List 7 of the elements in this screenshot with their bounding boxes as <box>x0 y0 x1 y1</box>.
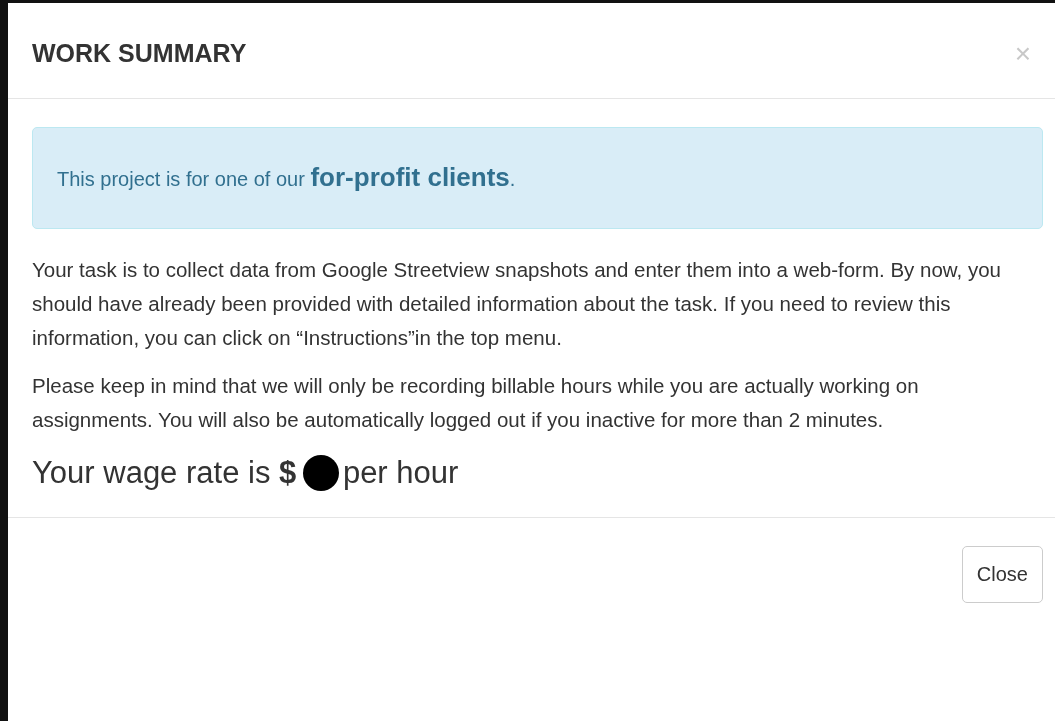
wage-text: Your wage rate is $ <box>32 455 298 491</box>
body-paragraph: Please keep in mind that we will only be recording billable hours while you are actually working on assignments. You will also be automatically logged out if you inactive for more than 2 minutes. <box>32 373 920 433</box>
modal-title: WORK SUMMARY <box>32 39 247 68</box>
body-paragraph: Your task is to collect data from Google Streetview snapshots and enter them into a web-form. By now, you should have already been provided with detailed information about the task. If you need to review this information, you can click on “Instructions”in the top menu. <box>32 257 1002 351</box>
close-button[interactable]: Close <box>961 546 1043 603</box>
wage-text: per hour <box>342 455 459 491</box>
info-alert: This project is for one of our for-profit clients. <box>32 127 1043 229</box>
